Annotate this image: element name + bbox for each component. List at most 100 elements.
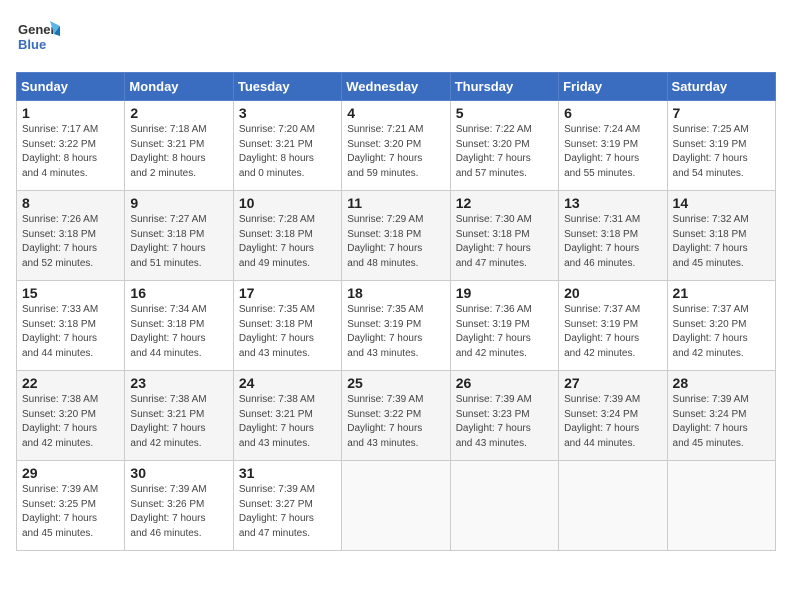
day-number: 9	[130, 195, 227, 211]
day-number: 30	[130, 465, 227, 481]
day-info: Sunrise: 7:20 AMSunset: 3:21 PMDaylight:…	[239, 124, 315, 179]
calendar-cell: 31 Sunrise: 7:39 AMSunset: 3:27 PMDayligh…	[233, 461, 341, 551]
day-number: 3	[239, 105, 336, 121]
day-info: Sunrise: 7:37 AMSunset: 3:19 PMDaylight:…	[564, 304, 640, 359]
calendar-cell	[450, 461, 558, 551]
day-number: 17	[239, 285, 336, 301]
day-info: Sunrise: 7:32 AMSunset: 3:18 PMDaylight:…	[673, 214, 749, 269]
day-info: Sunrise: 7:31 AMSunset: 3:18 PMDaylight:…	[564, 214, 640, 269]
day-number: 12	[456, 195, 553, 211]
day-info: Sunrise: 7:36 AMSunset: 3:19 PMDaylight:…	[456, 304, 532, 359]
weekday-header-friday: Friday	[559, 73, 667, 101]
day-number: 28	[673, 375, 770, 391]
calendar-cell: 16 Sunrise: 7:34 AMSunset: 3:18 PMDayligh…	[125, 281, 233, 371]
day-number: 26	[456, 375, 553, 391]
day-info: Sunrise: 7:26 AMSunset: 3:18 PMDaylight:…	[22, 214, 98, 269]
day-info: Sunrise: 7:37 AMSunset: 3:20 PMDaylight:…	[673, 304, 749, 359]
day-number: 1	[22, 105, 119, 121]
day-info: Sunrise: 7:27 AMSunset: 3:18 PMDaylight:…	[130, 214, 206, 269]
day-number: 24	[239, 375, 336, 391]
weekday-header-tuesday: Tuesday	[233, 73, 341, 101]
weekday-header-monday: Monday	[125, 73, 233, 101]
day-number: 31	[239, 465, 336, 481]
day-info: Sunrise: 7:38 AMSunset: 3:21 PMDaylight:…	[130, 394, 206, 449]
day-info: Sunrise: 7:29 AMSunset: 3:18 PMDaylight:…	[347, 214, 423, 269]
calendar-cell: 2 Sunrise: 7:18 AMSunset: 3:21 PMDaylight…	[125, 101, 233, 191]
day-info: Sunrise: 7:34 AMSunset: 3:18 PMDaylight:…	[130, 304, 206, 359]
day-number: 21	[673, 285, 770, 301]
day-info: Sunrise: 7:17 AMSunset: 3:22 PMDaylight:…	[22, 124, 98, 179]
day-number: 29	[22, 465, 119, 481]
calendar-cell: 27 Sunrise: 7:39 AMSunset: 3:24 PMDayligh…	[559, 371, 667, 461]
calendar-cell: 17 Sunrise: 7:35 AMSunset: 3:18 PMDayligh…	[233, 281, 341, 371]
calendar-cell: 28Sunrise: 7:39 AMSunset: 3:24 PMDayligh…	[667, 371, 775, 461]
day-info: Sunrise: 7:38 AMSunset: 3:21 PMDaylight:…	[239, 394, 315, 449]
day-number: 10	[239, 195, 336, 211]
calendar-cell: 19 Sunrise: 7:36 AMSunset: 3:19 PMDayligh…	[450, 281, 558, 371]
day-info: Sunrise: 7:39 AMSunset: 3:23 PMDaylight:…	[456, 394, 532, 449]
day-info: Sunrise: 7:33 AMSunset: 3:18 PMDaylight:…	[22, 304, 98, 359]
calendar-cell: 10 Sunrise: 7:28 AMSunset: 3:18 PMDayligh…	[233, 191, 341, 281]
calendar-cell: 12 Sunrise: 7:30 AMSunset: 3:18 PMDayligh…	[450, 191, 558, 281]
day-number: 13	[564, 195, 661, 211]
calendar-cell: 15 Sunrise: 7:33 AMSunset: 3:18 PMDayligh…	[17, 281, 125, 371]
calendar-cell: 11Sunrise: 7:29 AMSunset: 3:18 PMDayligh…	[342, 191, 450, 281]
day-info: Sunrise: 7:38 AMSunset: 3:20 PMDaylight:…	[22, 394, 98, 449]
calendar-cell: 21 Sunrise: 7:37 AMSunset: 3:20 PMDayligh…	[667, 281, 775, 371]
day-number: 18	[347, 285, 444, 301]
calendar-cell: 25 Sunrise: 7:39 AMSunset: 3:22 PMDayligh…	[342, 371, 450, 461]
day-number: 7	[673, 105, 770, 121]
day-info: Sunrise: 7:24 AMSunset: 3:19 PMDaylight:…	[564, 124, 640, 179]
day-info: Sunrise: 7:39 AMSunset: 3:27 PMDaylight:…	[239, 484, 315, 539]
day-number: 23	[130, 375, 227, 391]
day-number: 22	[22, 375, 119, 391]
logo-wrapper: General Blue	[16, 16, 60, 60]
day-number: 19	[456, 285, 553, 301]
calendar-cell: 3 Sunrise: 7:20 AMSunset: 3:21 PMDaylight…	[233, 101, 341, 191]
day-info: Sunrise: 7:28 AMSunset: 3:18 PMDaylight:…	[239, 214, 315, 269]
calendar: SundayMondayTuesdayWednesdayThursdayFrid…	[16, 72, 776, 551]
logo-svg: General Blue	[16, 16, 60, 60]
weekday-header-saturday: Saturday	[667, 73, 775, 101]
calendar-cell: 6Sunrise: 7:24 AMSunset: 3:19 PMDaylight…	[559, 101, 667, 191]
day-info: Sunrise: 7:25 AMSunset: 3:19 PMDaylight:…	[673, 124, 749, 179]
day-info: Sunrise: 7:39 AMSunset: 3:26 PMDaylight:…	[130, 484, 206, 539]
day-info: Sunrise: 7:39 AMSunset: 3:24 PMDaylight:…	[564, 394, 640, 449]
logo: General Blue	[16, 16, 60, 60]
calendar-cell: 18 Sunrise: 7:35 AMSunset: 3:19 PMDayligh…	[342, 281, 450, 371]
calendar-cell: 14 Sunrise: 7:32 AMSunset: 3:18 PMDayligh…	[667, 191, 775, 281]
calendar-cell: 4Sunrise: 7:21 AMSunset: 3:20 PMDaylight…	[342, 101, 450, 191]
day-info: Sunrise: 7:30 AMSunset: 3:18 PMDaylight:…	[456, 214, 532, 269]
calendar-cell: 13 Sunrise: 7:31 AMSunset: 3:18 PMDayligh…	[559, 191, 667, 281]
day-number: 25	[347, 375, 444, 391]
calendar-cell: 9 Sunrise: 7:27 AMSunset: 3:18 PMDaylight…	[125, 191, 233, 281]
day-info: Sunrise: 7:35 AMSunset: 3:18 PMDaylight:…	[239, 304, 315, 359]
day-number: 20	[564, 285, 661, 301]
calendar-cell: 20 Sunrise: 7:37 AMSunset: 3:19 PMDayligh…	[559, 281, 667, 371]
calendar-cell: 8Sunrise: 7:26 AMSunset: 3:18 PMDaylight…	[17, 191, 125, 281]
calendar-cell: 5Sunrise: 7:22 AMSunset: 3:20 PMDaylight…	[450, 101, 558, 191]
day-number: 16	[130, 285, 227, 301]
calendar-cell: 26 Sunrise: 7:39 AMSunset: 3:23 PMDayligh…	[450, 371, 558, 461]
page-header: General Blue	[16, 16, 776, 60]
weekday-header-sunday: Sunday	[17, 73, 125, 101]
calendar-cell: 24 Sunrise: 7:38 AMSunset: 3:21 PMDayligh…	[233, 371, 341, 461]
day-info: Sunrise: 7:18 AMSunset: 3:21 PMDaylight:…	[130, 124, 206, 179]
calendar-cell	[559, 461, 667, 551]
calendar-cell: 1 Sunrise: 7:17 AMSunset: 3:22 PMDaylight…	[17, 101, 125, 191]
day-number: 15	[22, 285, 119, 301]
day-number: 27	[564, 375, 661, 391]
calendar-cell: 7 Sunrise: 7:25 AMSunset: 3:19 PMDaylight…	[667, 101, 775, 191]
day-number: 14	[673, 195, 770, 211]
day-number: 2	[130, 105, 227, 121]
weekday-header-wednesday: Wednesday	[342, 73, 450, 101]
day-info: Sunrise: 7:22 AMSunset: 3:20 PMDaylight:…	[456, 124, 532, 179]
calendar-cell: 30 Sunrise: 7:39 AMSunset: 3:26 PMDayligh…	[125, 461, 233, 551]
day-info: Sunrise: 7:35 AMSunset: 3:19 PMDaylight:…	[347, 304, 423, 359]
calendar-cell: 29Sunrise: 7:39 AMSunset: 3:25 PMDayligh…	[17, 461, 125, 551]
day-number: 4	[347, 105, 444, 121]
calendar-cell: 22 Sunrise: 7:38 AMSunset: 3:20 PMDayligh…	[17, 371, 125, 461]
day-info: Sunrise: 7:39 AMSunset: 3:22 PMDaylight:…	[347, 394, 423, 449]
calendar-cell: 23 Sunrise: 7:38 AMSunset: 3:21 PMDayligh…	[125, 371, 233, 461]
calendar-cell	[667, 461, 775, 551]
